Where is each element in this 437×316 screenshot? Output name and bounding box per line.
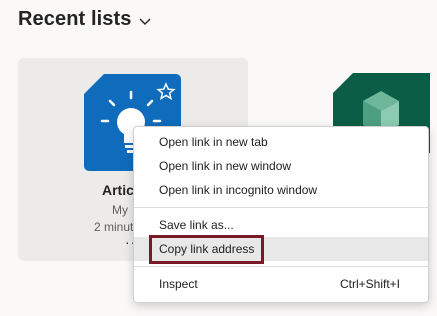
section-title: Recent lists [18,8,132,30]
menu-item-open-new-tab[interactable]: Open link in new tab [134,130,428,154]
card-subtitle: My [112,203,128,217]
chevron-down-icon[interactable] [139,13,151,31]
menu-item-save-link-as[interactable]: Save link as... [134,213,428,237]
menu-item-open-incognito[interactable]: Open link in incognito window [134,178,428,202]
section-header: Recent lists [18,8,151,31]
menu-separator [134,266,428,267]
card-modified-time: 2 minut [94,220,134,234]
inspect-shortcut: Ctrl+Shift+I [339,277,400,291]
menu-item-inspect[interactable]: Inspect Ctrl+Shift+I [134,272,428,296]
highlight-outline [149,235,264,264]
menu-item-open-new-window[interactable]: Open link in new window [134,154,428,178]
context-menu: Open link in new tab Open link in new wi… [133,126,429,303]
menu-separator [134,207,428,208]
